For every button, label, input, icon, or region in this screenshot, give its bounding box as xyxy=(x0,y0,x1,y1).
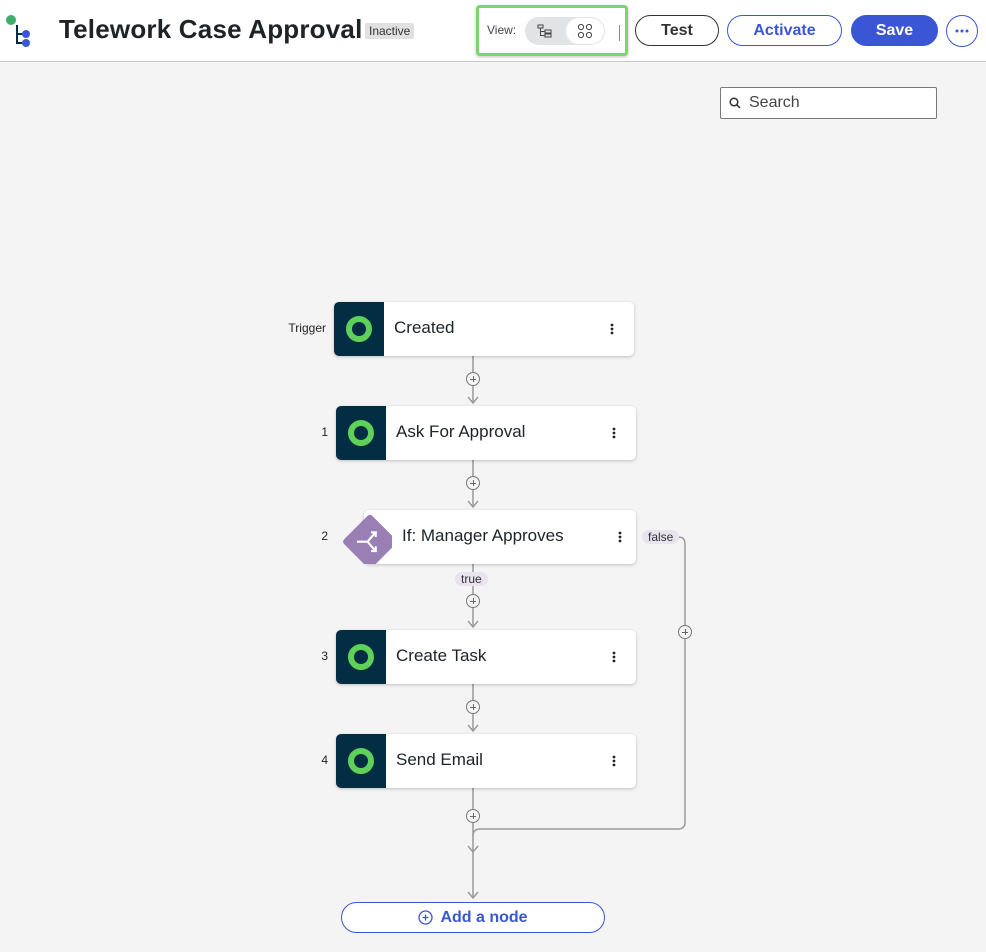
kebab-menu-icon xyxy=(612,651,616,663)
node-menu-button[interactable] xyxy=(605,316,619,342)
step-number: 4 xyxy=(321,753,328,767)
step-node-send-email[interactable]: Send Email xyxy=(336,734,636,788)
step-node-if-manager-approves[interactable]: If: Manager Approves xyxy=(336,510,636,564)
add-step-false-branch-button[interactable] xyxy=(678,625,692,639)
node-label: Created xyxy=(394,318,455,337)
add-node-button[interactable]: Add a node xyxy=(341,902,605,933)
add-node-label: Add a node xyxy=(440,908,528,926)
add-step-button[interactable] xyxy=(466,372,480,386)
node-label: Ask For Approval xyxy=(396,422,526,441)
kebab-menu-icon xyxy=(612,427,616,439)
flow-connectors xyxy=(467,356,686,900)
false-branch-label: false xyxy=(642,530,680,544)
step-node-create-task[interactable]: Create Task xyxy=(336,630,636,684)
trigger-node[interactable]: Created xyxy=(334,302,634,356)
step-number: 3 xyxy=(321,649,328,663)
action-node-icon xyxy=(336,406,386,460)
step-number: 1 xyxy=(321,425,328,439)
add-step-button[interactable] xyxy=(466,700,480,714)
kebab-menu-icon xyxy=(610,323,614,335)
decision-branch-icon xyxy=(343,514,392,564)
node-menu-button[interactable] xyxy=(607,420,621,446)
plus-circle-icon xyxy=(418,910,434,925)
add-step-button[interactable] xyxy=(466,594,480,608)
action-node-icon xyxy=(336,630,386,684)
node-menu-button[interactable] xyxy=(607,644,621,670)
node-label: Create Task xyxy=(396,646,487,665)
kebab-menu-icon xyxy=(612,755,616,767)
node-menu-button[interactable] xyxy=(613,524,627,550)
add-step-button[interactable] xyxy=(466,476,480,490)
node-label: If: Manager Approves xyxy=(402,526,564,545)
node-label: Send Email xyxy=(396,750,483,769)
kebab-menu-icon xyxy=(618,531,622,543)
node-menu-button[interactable] xyxy=(607,748,621,774)
true-branch-label: true xyxy=(455,572,488,586)
trigger-step-label: Trigger xyxy=(288,321,326,335)
record-trigger-icon xyxy=(334,302,384,356)
step-number: 2 xyxy=(321,529,328,543)
step-node-ask-for-approval[interactable]: Ask For Approval xyxy=(336,406,636,460)
add-step-button[interactable] xyxy=(466,809,480,823)
action-node-icon xyxy=(336,734,386,788)
